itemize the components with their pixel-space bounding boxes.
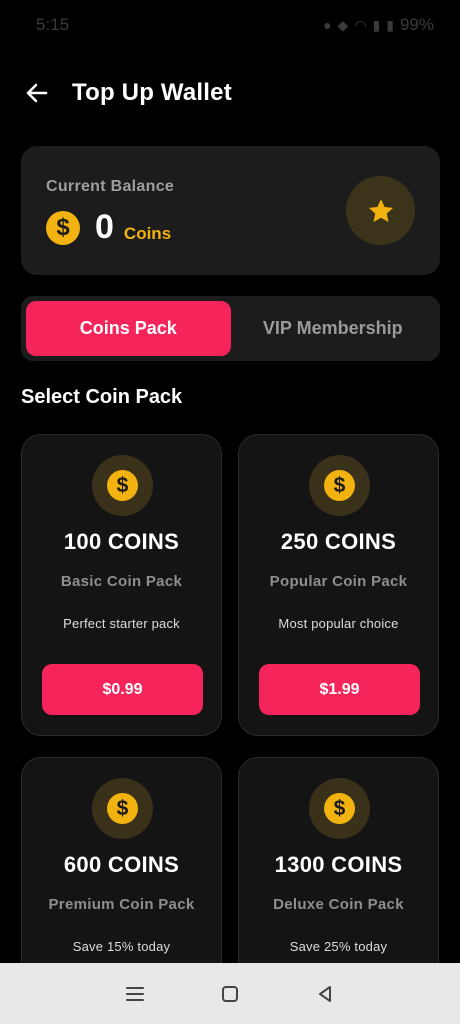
pack-name: Premium Coin Pack: [48, 896, 195, 913]
android-icon: ◆: [337, 16, 349, 33]
status-bar: 5:15 ● ◆ ◠ ▮ ▮ 99%: [0, 0, 460, 50]
pack-card-100[interactable]: $ 100 COINS Basic Coin Pack Perfect star…: [21, 434, 222, 736]
star-badge: [346, 176, 415, 245]
pack-card-250[interactable]: $ 250 COINS Popular Coin Pack Most popul…: [238, 434, 439, 736]
pack-card-600[interactable]: $ 600 COINS Premium Coin Pack Save 15% t…: [21, 757, 222, 987]
buy-button[interactable]: $1.99: [259, 664, 420, 715]
coin-symbol: $: [333, 796, 346, 820]
pack-name: Basic Coin Pack: [60, 573, 183, 590]
battery-icon: ▮: [386, 16, 394, 33]
pack-description: Save 15% today: [72, 939, 171, 954]
section-title: Select Coin Pack: [21, 386, 183, 408]
coin-icon: $: [324, 793, 355, 824]
coin-icon: $: [324, 470, 355, 501]
balance-unit: Coins: [123, 223, 172, 243]
system-nav-bar: [0, 963, 460, 1024]
home-button[interactable]: [216, 980, 244, 1008]
pack-name: Popular Coin Pack: [269, 573, 408, 590]
balance-card: Current Balance $ 0 Coins: [21, 146, 440, 275]
alarm-icon: ●: [323, 17, 332, 33]
coin-symbol: $: [116, 796, 129, 820]
status-icons: ● ◆ ◠ ▮ ▮ 99%: [323, 15, 434, 35]
pack-description: Most popular choice: [278, 616, 399, 631]
pack-name: Deluxe Coin Pack: [273, 896, 404, 913]
buy-button[interactable]: $0.99: [42, 664, 203, 715]
coin-badge: $: [92, 455, 153, 516]
battery-percent: 99%: [399, 15, 434, 34]
app-header: Top Up Wallet: [0, 66, 460, 120]
back-button[interactable]: [22, 78, 52, 108]
pack-coins: 100 COINS: [63, 529, 180, 554]
tab-bar: Coins Pack VIP Membership: [21, 296, 440, 361]
arrow-left-icon: [26, 83, 48, 103]
pack-coins: 250 COINS: [280, 529, 397, 554]
coin-symbol: $: [56, 213, 70, 241]
balance-label: Current Balance: [46, 178, 175, 195]
signal-icon: ▮: [372, 16, 381, 33]
coin-icon: $: [107, 470, 138, 501]
pack-description: Save 25% today: [289, 939, 388, 954]
tab-vip-membership[interactable]: VIP Membership: [231, 301, 436, 356]
balance-amount: 0: [95, 208, 114, 246]
coin-symbol: $: [333, 473, 346, 497]
pack-coins: 1300 COINS: [274, 852, 403, 877]
coin-badge: $: [309, 455, 370, 516]
coin-icon: $: [46, 210, 80, 245]
coin-badge: $: [92, 778, 153, 839]
page-title: Top Up Wallet: [72, 79, 232, 106]
star-icon: [368, 198, 393, 222]
pack-card-1300[interactable]: $ 1300 COINS Deluxe Coin Pack Save 25% t…: [238, 757, 439, 987]
pack-coins: 600 COINS: [63, 852, 180, 877]
coin-badge: $: [309, 778, 370, 839]
pack-description: Perfect starter pack: [63, 616, 180, 631]
status-time: 5:15: [36, 15, 70, 34]
coin-icon: $: [107, 793, 138, 824]
back-triangle-icon: [318, 985, 331, 1002]
coin-symbol: $: [116, 473, 129, 497]
back-nav-button[interactable]: [311, 980, 339, 1008]
balance-row: $ 0 Coins: [46, 208, 171, 247]
tab-coins-pack[interactable]: Coins Pack: [26, 301, 231, 356]
home-square-icon: [221, 985, 238, 1002]
menu-icon: [126, 986, 145, 1001]
wifi-icon: ◠: [354, 16, 367, 33]
recents-button[interactable]: [121, 980, 149, 1008]
